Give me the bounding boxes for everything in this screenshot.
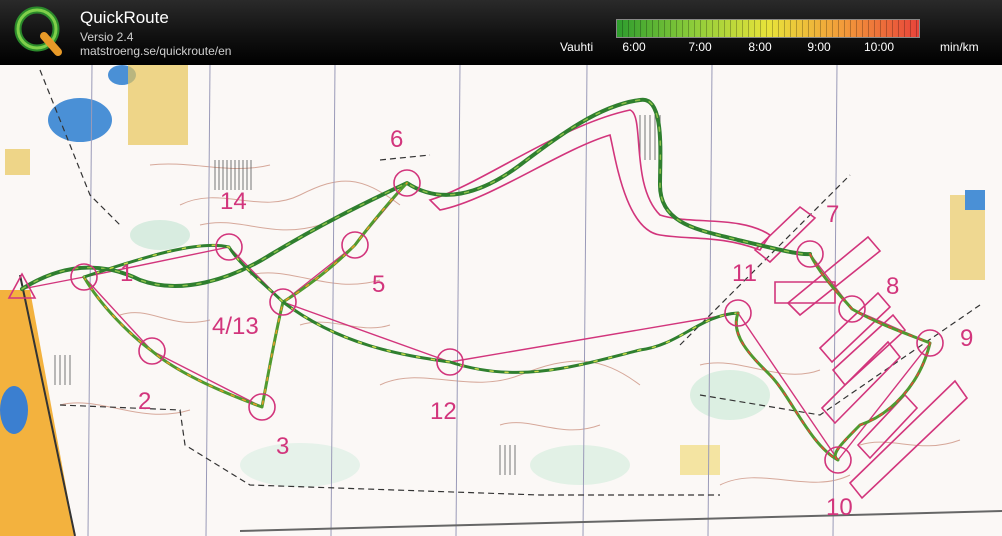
control-label: 8 bbox=[886, 273, 900, 300]
pace-tick: 7:00 bbox=[688, 40, 712, 54]
control-circles bbox=[7, 169, 944, 474]
pace-tick: 9:00 bbox=[807, 40, 831, 54]
marsh-hatching bbox=[54, 115, 661, 475]
road bbox=[239, 510, 1002, 532]
lake bbox=[48, 98, 112, 142]
lake bbox=[0, 386, 28, 434]
control-label: 9 bbox=[960, 325, 974, 352]
pace-tick: 6:00 bbox=[622, 40, 646, 54]
app-header: QuickRoute Versio 2.4 matstroeng.se/quic… bbox=[0, 0, 1002, 65]
control-label: 10 bbox=[826, 494, 853, 521]
control-label: 4/13 bbox=[212, 313, 259, 340]
app-title: QuickRoute bbox=[80, 8, 169, 27]
green-area bbox=[130, 220, 190, 250]
control-label: 14 bbox=[220, 188, 247, 215]
quickroute-window: QuickRoute Versio 2.4 matstroeng.se/quic… bbox=[0, 0, 1002, 536]
open-land-area bbox=[128, 65, 188, 145]
pond bbox=[965, 190, 985, 210]
pace-ticks: 6:00 7:00 8:00 9:00 10:00 bbox=[616, 40, 918, 54]
control-label: 7 bbox=[826, 201, 840, 228]
control-label: 2 bbox=[138, 388, 152, 415]
open-land-area bbox=[5, 149, 30, 175]
pace-tick: 10:00 bbox=[863, 40, 895, 54]
green-area bbox=[240, 443, 360, 487]
pace-tick: 8:00 bbox=[748, 40, 772, 54]
terrain-features bbox=[0, 65, 985, 536]
control-label: 12 bbox=[430, 398, 457, 425]
orienteering-map[interactable]: 1 2 3 4/13 5 6 7 8 9 10 11 12 14 bbox=[0, 65, 1002, 536]
gps-route bbox=[20, 97, 932, 462]
pace-label: Vauhti bbox=[560, 40, 594, 54]
control-label: 3 bbox=[276, 433, 290, 460]
app-version: Versio 2.4 bbox=[80, 30, 134, 44]
quickroute-logo bbox=[14, 6, 62, 56]
pace-unit: min/km bbox=[940, 40, 979, 54]
open-land-area bbox=[680, 445, 720, 475]
course-corridor bbox=[428, 109, 772, 251]
map-canvas bbox=[0, 65, 1002, 536]
green-area bbox=[530, 445, 630, 485]
control-label: 6 bbox=[390, 126, 404, 153]
control-label: 11 bbox=[732, 260, 757, 287]
control-label: 1 bbox=[120, 260, 134, 287]
control-label: 5 bbox=[372, 271, 386, 298]
pace-color-scale bbox=[616, 19, 920, 38]
app-url: matstroeng.se/quickroute/en bbox=[80, 44, 232, 58]
contour-lines bbox=[59, 163, 961, 486]
